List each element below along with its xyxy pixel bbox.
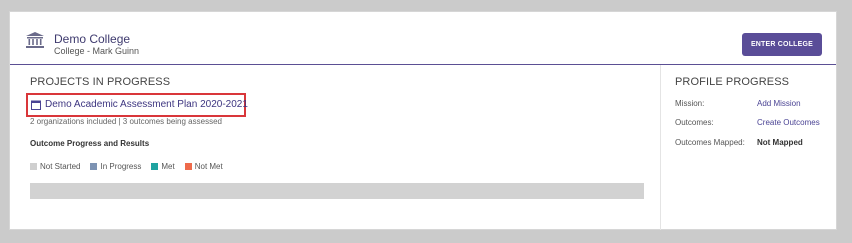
projects-title: PROJECTS IN PROGRESS xyxy=(30,76,171,88)
calendar-icon xyxy=(31,100,41,110)
project-link[interactable]: Demo Academic Assessment Plan 2020-2021 xyxy=(45,99,248,110)
legend-not-met: Not Met xyxy=(184,162,223,171)
outcome-progress-bar xyxy=(30,183,644,199)
profile-panel: PROFILE PROGRESS Mission: Add Mission Ou… xyxy=(660,65,837,230)
legend-swatch xyxy=(184,163,192,170)
outcome-progress-title: Outcome Progress and Results xyxy=(30,139,150,148)
legend-label: Not Met xyxy=(194,162,223,171)
outcome-legend: Not Started In Progress Met Not Met xyxy=(30,162,233,171)
outcomes-mapped-status: Not Mapped xyxy=(757,138,803,147)
create-outcomes-link[interactable]: Create Outcomes xyxy=(757,118,820,127)
college-card: Demo College College - Mark Guinn ENTER … xyxy=(9,11,837,230)
institution-icon xyxy=(26,32,44,48)
legend-label: In Progress xyxy=(100,162,142,171)
project-highlight: Demo Academic Assessment Plan 2020-2021 xyxy=(26,93,248,117)
college-header: Demo College College - Mark Guinn ENTER … xyxy=(10,12,836,65)
legend-label: Met xyxy=(161,162,175,171)
enter-college-button[interactable]: ENTER COLLEGE xyxy=(742,33,822,56)
add-mission-link[interactable]: Add Mission xyxy=(757,99,801,108)
legend-in-progress: In Progress xyxy=(90,162,141,171)
legend-not-started: Not Started xyxy=(30,162,80,171)
legend-swatch xyxy=(30,163,37,170)
college-name: Demo College xyxy=(54,32,131,46)
college-subtitle: College - Mark Guinn xyxy=(54,46,140,56)
legend-label: Not Started xyxy=(40,162,81,171)
legend-swatch xyxy=(151,163,159,170)
profile-label-outcomes: Outcomes: xyxy=(675,118,714,127)
project-meta: 2 organizations included | 3 outcomes be… xyxy=(30,117,222,126)
legend-met: Met xyxy=(151,162,175,171)
profile-label-mission: Mission: xyxy=(675,99,705,108)
profile-title: PROFILE PROGRESS xyxy=(675,76,790,88)
projects-panel: PROJECTS IN PROGRESS Demo Academic Asses… xyxy=(10,65,660,230)
profile-label-outcomes-mapped: Outcomes Mapped: xyxy=(675,138,745,147)
legend-swatch xyxy=(90,163,98,170)
